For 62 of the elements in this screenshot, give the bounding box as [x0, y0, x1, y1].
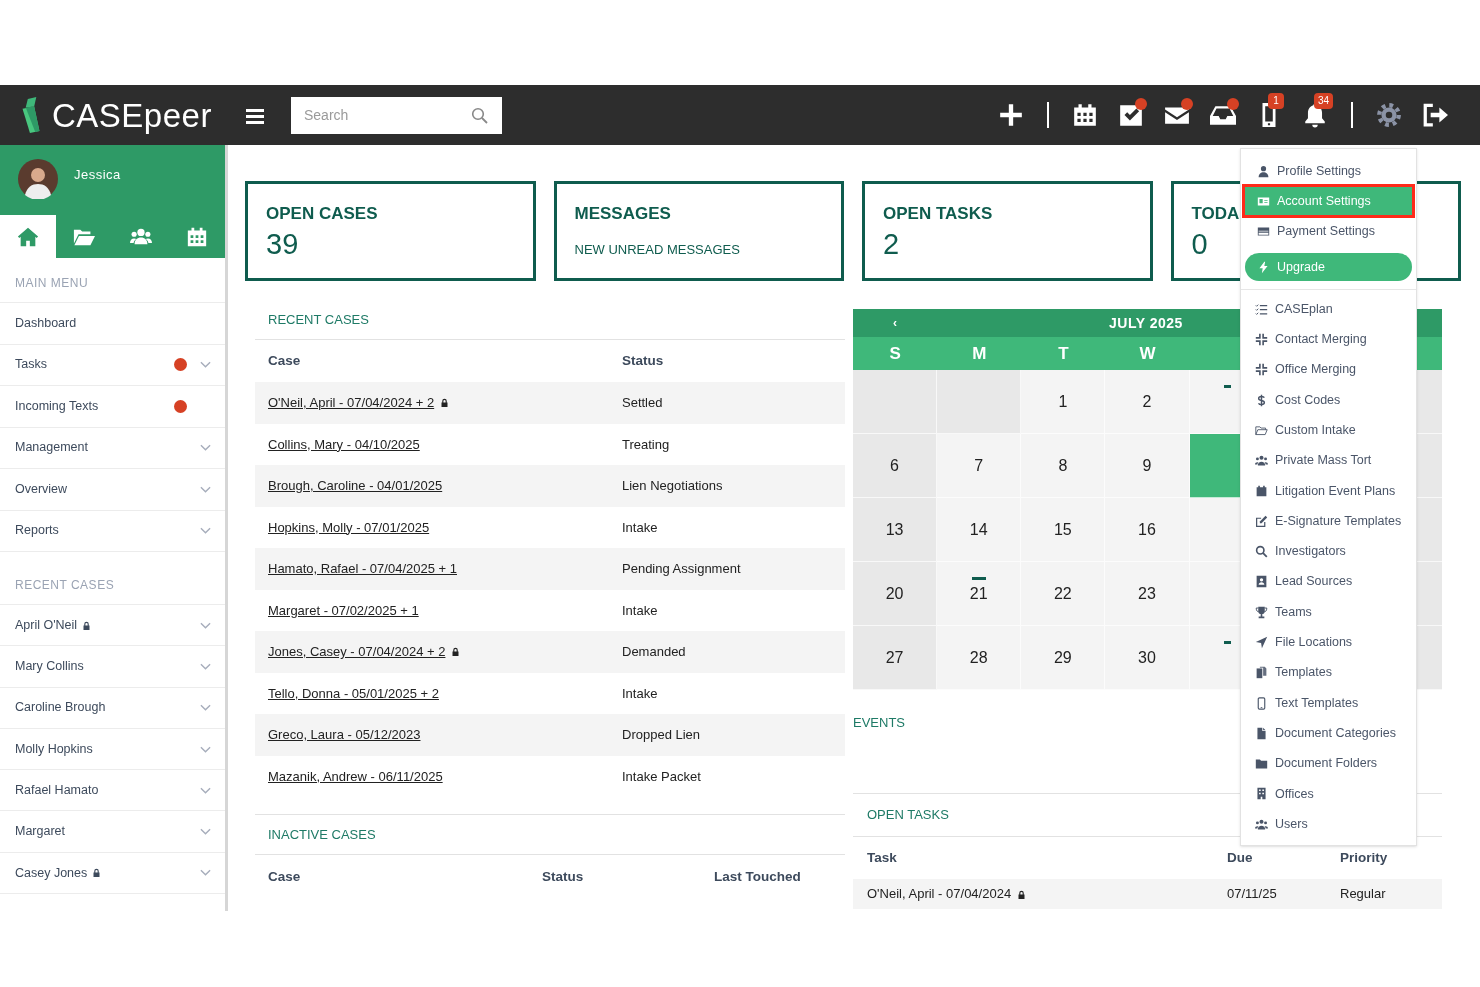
day-number: 14	[969, 519, 988, 540]
column-header: Case	[268, 351, 302, 370]
column-header: Priority	[1340, 848, 1388, 867]
card-value: 39	[266, 227, 299, 262]
table-cell-text: Intake	[622, 518, 658, 537]
day-number: 7	[974, 455, 984, 476]
day-number: 2	[1142, 391, 1152, 412]
day-number: 27	[885, 647, 904, 668]
table-cell-text: Demanded	[622, 643, 686, 661]
section-heading: MAIN MENU	[15, 275, 89, 292]
logo-wordmark: CASEpeer	[52, 98, 212, 132]
table-cell-text: Intake	[622, 684, 658, 703]
day-number: 20	[885, 583, 904, 604]
user-name: Jessica	[74, 166, 121, 184]
section-title: EVENTS	[853, 715, 905, 730]
day-number: 15	[1053, 519, 1072, 540]
section-title: INACTIVE CASES	[268, 825, 376, 844]
card-subtitle: NEW UNREAD MESSAGES	[574, 241, 740, 259]
day-number: 6	[890, 455, 899, 476]
table-cell-text: Settled	[622, 394, 663, 412]
card-title: TODA	[1191, 204, 1240, 224]
column-header: Task	[867, 848, 898, 867]
day-number: 23	[1138, 583, 1156, 604]
table-cell-text: Pending Assignment	[622, 560, 741, 578]
day-number: 16	[1138, 519, 1156, 540]
notification-badge: 1	[1268, 93, 1284, 109]
day-number: 22	[1053, 583, 1072, 604]
day-number: 13	[885, 519, 904, 540]
column-header: Last Touched	[714, 867, 801, 886]
card-title: MESSAGES	[574, 204, 671, 224]
day-number: 9	[1142, 455, 1152, 476]
weekday-label: M	[971, 342, 988, 365]
table-cell-text: Treating	[622, 435, 670, 454]
column-header: Due	[1227, 848, 1254, 867]
table-cell-text: Regular	[1340, 885, 1386, 904]
column-header: Status	[542, 867, 585, 886]
table-cell-text: Dropped Lien	[622, 726, 701, 744]
section-title: RECENT CASES	[268, 310, 369, 329]
card-title: OPEN CASES	[266, 204, 378, 224]
table-cell-text: Lien Negotiations	[622, 477, 723, 495]
day-number: 30	[1138, 647, 1156, 668]
day-number: 21	[969, 583, 988, 604]
table-cell-text: O'Neil, April - 07/04/2024	[867, 885, 1012, 904]
weekday-label: T	[1057, 342, 1070, 365]
card-value: 2	[883, 227, 900, 262]
card-value: 0	[1191, 227, 1208, 262]
table-cell-text: 07/11/25	[1227, 885, 1278, 904]
day-number: 8	[1058, 455, 1068, 476]
month-title: JULY 2025	[1109, 313, 1183, 333]
column-header: Case	[268, 867, 302, 886]
card-title: OPEN TASKS	[883, 204, 993, 224]
section-title: OPEN TASKS	[867, 806, 949, 825]
column-header: Status	[622, 351, 664, 370]
notification-badge: 34	[1314, 93, 1334, 109]
day-number: 28	[969, 647, 988, 668]
day-number: 1	[1058, 391, 1068, 412]
weekday-label: S	[888, 342, 902, 365]
table-cell-text: Intake Packet	[622, 767, 701, 786]
weekday-label: W	[1138, 342, 1157, 365]
day-number: 29	[1053, 647, 1072, 668]
section-heading: RECENT CASES	[15, 577, 115, 594]
table-cell-text: Intake	[622, 601, 658, 620]
